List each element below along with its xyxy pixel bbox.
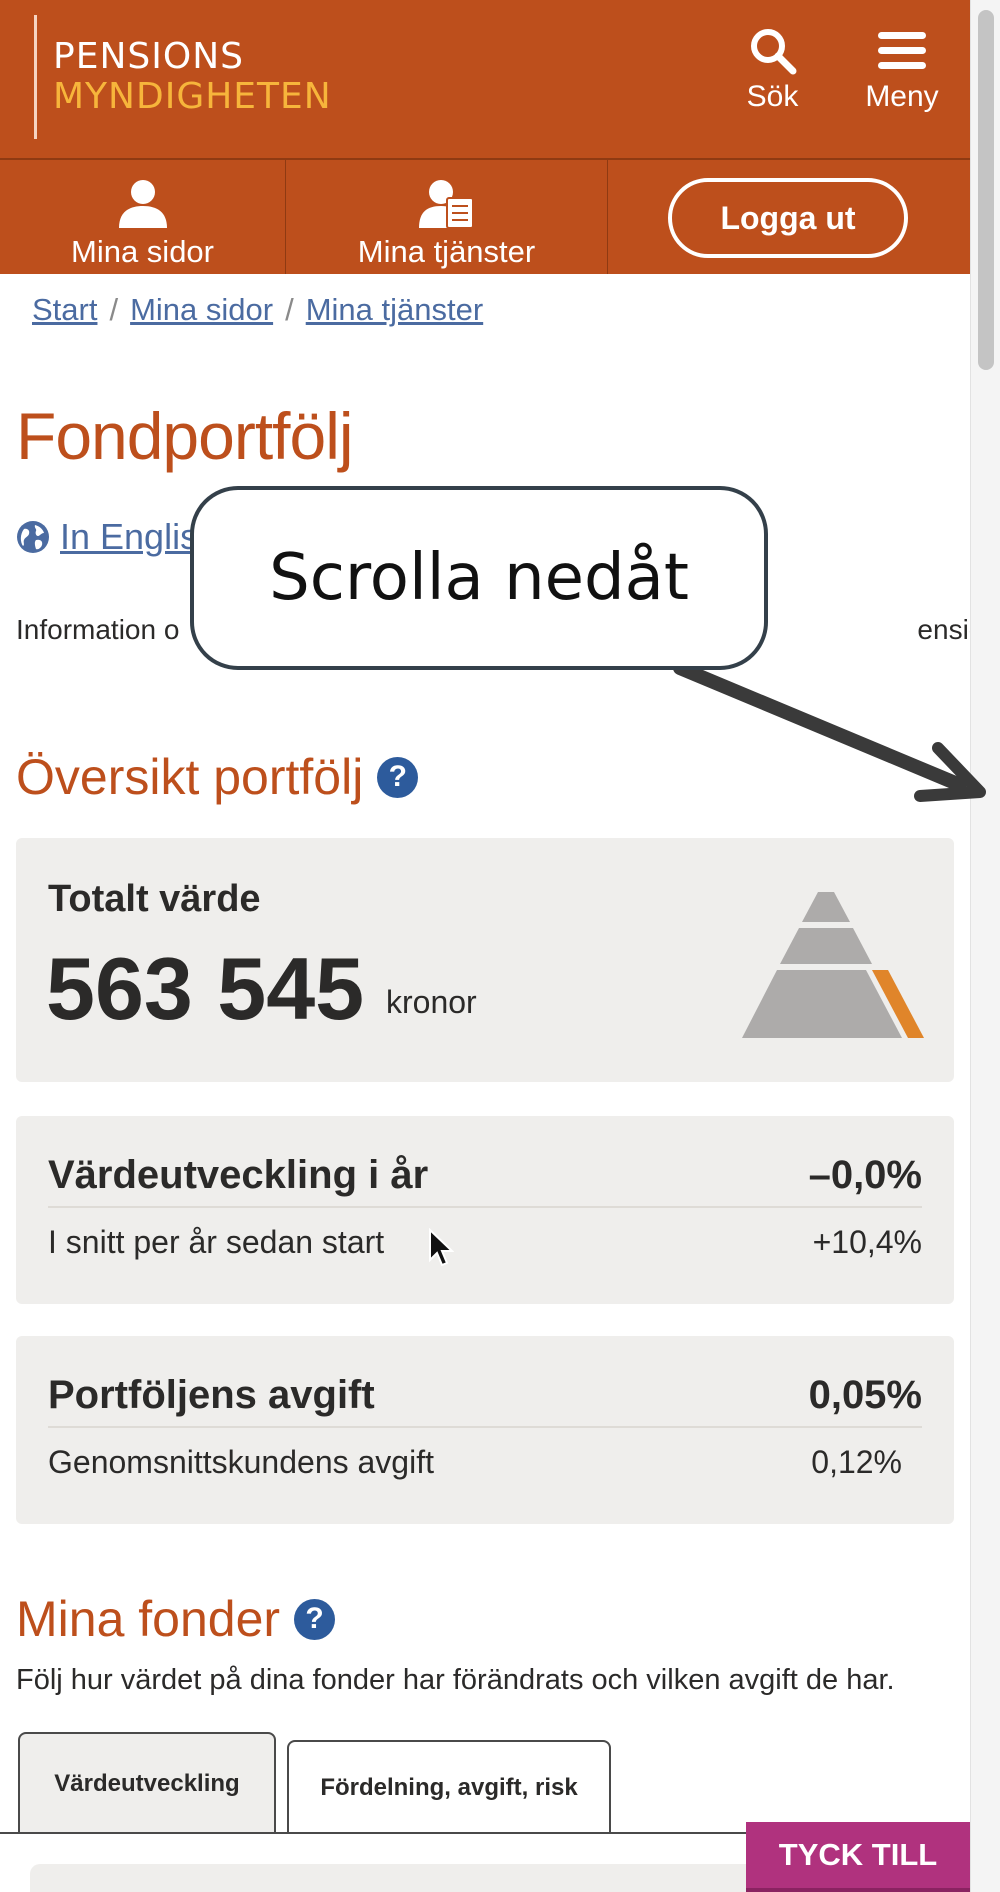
total-value-label: Totalt värde [48, 878, 261, 920]
help-icon[interactable]: ? [294, 1598, 336, 1640]
average-row: I snitt per år sedan start +10,4% [48, 1224, 922, 1261]
fee-label: Portföljens avgift [48, 1372, 375, 1417]
fee-row: Portföljens avgift 0,05% [48, 1372, 922, 1428]
mouse-cursor-icon [429, 1228, 454, 1267]
feedback-button[interactable]: TYCK TILL [746, 1822, 970, 1892]
average-customer-fee-label: Genomsnittskundens avgift [48, 1444, 434, 1480]
average-customer-fee-value: 0,12% [811, 1444, 902, 1480]
funds-heading: Mina fonder ? [16, 1590, 336, 1648]
tab-fordelning[interactable]: Fördelning, avgift, risk [287, 1740, 611, 1834]
average-value: +10,4% [812, 1224, 922, 1260]
development-label: Värdeutveckling i år [48, 1152, 429, 1197]
scroll-hint-callout: Scrolla nedåt [190, 486, 768, 670]
average-label: I snitt per år sedan start [48, 1224, 385, 1260]
risk-pyramid-icon [742, 892, 924, 1038]
arrow-icon [673, 661, 986, 802]
tab-vardeutveckling[interactable]: Värdeutveckling [18, 1732, 276, 1834]
average-customer-fee-row: Genomsnittskundens avgift 0,12% [48, 1444, 922, 1481]
funds-subtitle: Följ hur värdet på dina fonder har förän… [16, 1664, 895, 1696]
development-row: Värdeutveckling i år –0,0% [48, 1152, 922, 1208]
total-value-amount: 563 545 [46, 939, 365, 1038]
funds-heading-text: Mina fonder [16, 1591, 281, 1647]
total-value-card: Totalt värde 563 545 kronor [16, 838, 954, 1082]
total-value-unit: kronor [386, 984, 477, 1020]
fee-value: 0,05% [808, 1372, 922, 1417]
development-value: –0,0% [808, 1152, 922, 1197]
fee-card: Portföljens avgift 0,05% Genomsnittskund… [16, 1336, 954, 1524]
development-card: Värdeutveckling i år –0,0% I snitt per å… [16, 1116, 954, 1304]
